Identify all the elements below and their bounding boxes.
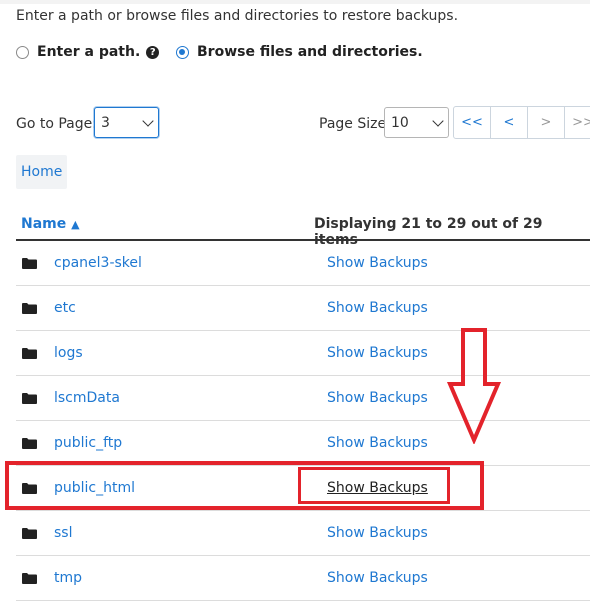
show-backups-link[interactable]: Show Backups xyxy=(327,570,428,586)
pagination: << < > >> xyxy=(453,106,590,139)
directory-link[interactable]: etc xyxy=(54,300,76,316)
table-row: public_ftp Show Backups xyxy=(16,421,590,466)
show-backups-link[interactable]: Show Backups xyxy=(327,390,428,406)
radio-enter-path[interactable]: Enter a path. ? xyxy=(16,42,160,62)
goto-page-value: 3 xyxy=(101,114,110,131)
folder-icon xyxy=(22,258,37,269)
directory-link[interactable]: lscmData xyxy=(54,390,120,406)
name-column-label[interactable]: Name xyxy=(21,216,66,232)
radio-enter-path-label[interactable]: Enter a path. xyxy=(37,44,140,60)
page-size-select[interactable]: 10 xyxy=(384,107,449,138)
chevron-down-icon xyxy=(432,114,444,127)
prev-page-button[interactable]: < xyxy=(490,106,528,139)
table-row: etc Show Backups xyxy=(16,286,590,331)
chevron-down-icon xyxy=(142,114,154,127)
directory-link[interactable]: ssl xyxy=(54,525,72,541)
directory-link[interactable]: logs xyxy=(54,345,83,361)
folder-icon xyxy=(22,348,37,359)
table-row: ssl Show Backups xyxy=(16,511,590,556)
show-backups-link[interactable]: Show Backups xyxy=(327,300,428,316)
folder-icon xyxy=(22,303,37,314)
page-size-label: Page Size xyxy=(319,116,387,132)
show-backups-link[interactable]: Show Backups xyxy=(327,255,428,271)
breadcrumb-home[interactable]: Home xyxy=(16,155,68,189)
down-arrow-annotation xyxy=(446,328,502,444)
first-page-button[interactable]: << xyxy=(453,106,491,139)
show-backups-link[interactable]: Show Backups xyxy=(327,435,428,451)
directory-link[interactable]: cpanel3-skel xyxy=(54,255,142,271)
folder-icon xyxy=(22,393,37,404)
page-size-value: 10 xyxy=(391,114,409,131)
directory-link[interactable]: tmp xyxy=(54,570,82,586)
annotation-highlight-button xyxy=(298,467,450,504)
goto-page-label: Go to Page: xyxy=(16,116,97,132)
name-column-header[interactable]: Name ▲ xyxy=(21,216,80,232)
table-row: lscmData Show Backups xyxy=(16,376,590,421)
radio-enter-path-circle[interactable] xyxy=(16,45,29,59)
folder-icon xyxy=(22,528,37,539)
table-row: cpanel3-skel Show Backups xyxy=(16,241,590,286)
radio-browse-circle[interactable] xyxy=(176,45,189,59)
directory-link[interactable]: public_ftp xyxy=(54,435,122,451)
sort-asc-icon[interactable]: ▲ xyxy=(71,218,79,231)
show-backups-link[interactable]: Show Backups xyxy=(327,525,428,541)
radio-browse-label[interactable]: Browse files and directories. xyxy=(197,44,423,60)
table-row: tmp Show Backups xyxy=(16,556,590,601)
table-row: logs Show Backups xyxy=(16,331,590,376)
radio-browse[interactable]: Browse files and directories. xyxy=(176,42,423,62)
show-backups-link[interactable]: Show Backups xyxy=(327,345,428,361)
top-divider xyxy=(0,0,590,4)
question-circle-icon[interactable]: ? xyxy=(146,45,160,59)
goto-page-select[interactable]: 3 xyxy=(94,107,159,138)
intro-text: Enter a path or browse files and directo… xyxy=(16,8,459,24)
next-page-button[interactable]: > xyxy=(527,106,565,139)
last-page-button[interactable]: >> xyxy=(564,106,590,139)
folder-icon xyxy=(22,573,37,584)
folder-icon xyxy=(22,438,37,449)
